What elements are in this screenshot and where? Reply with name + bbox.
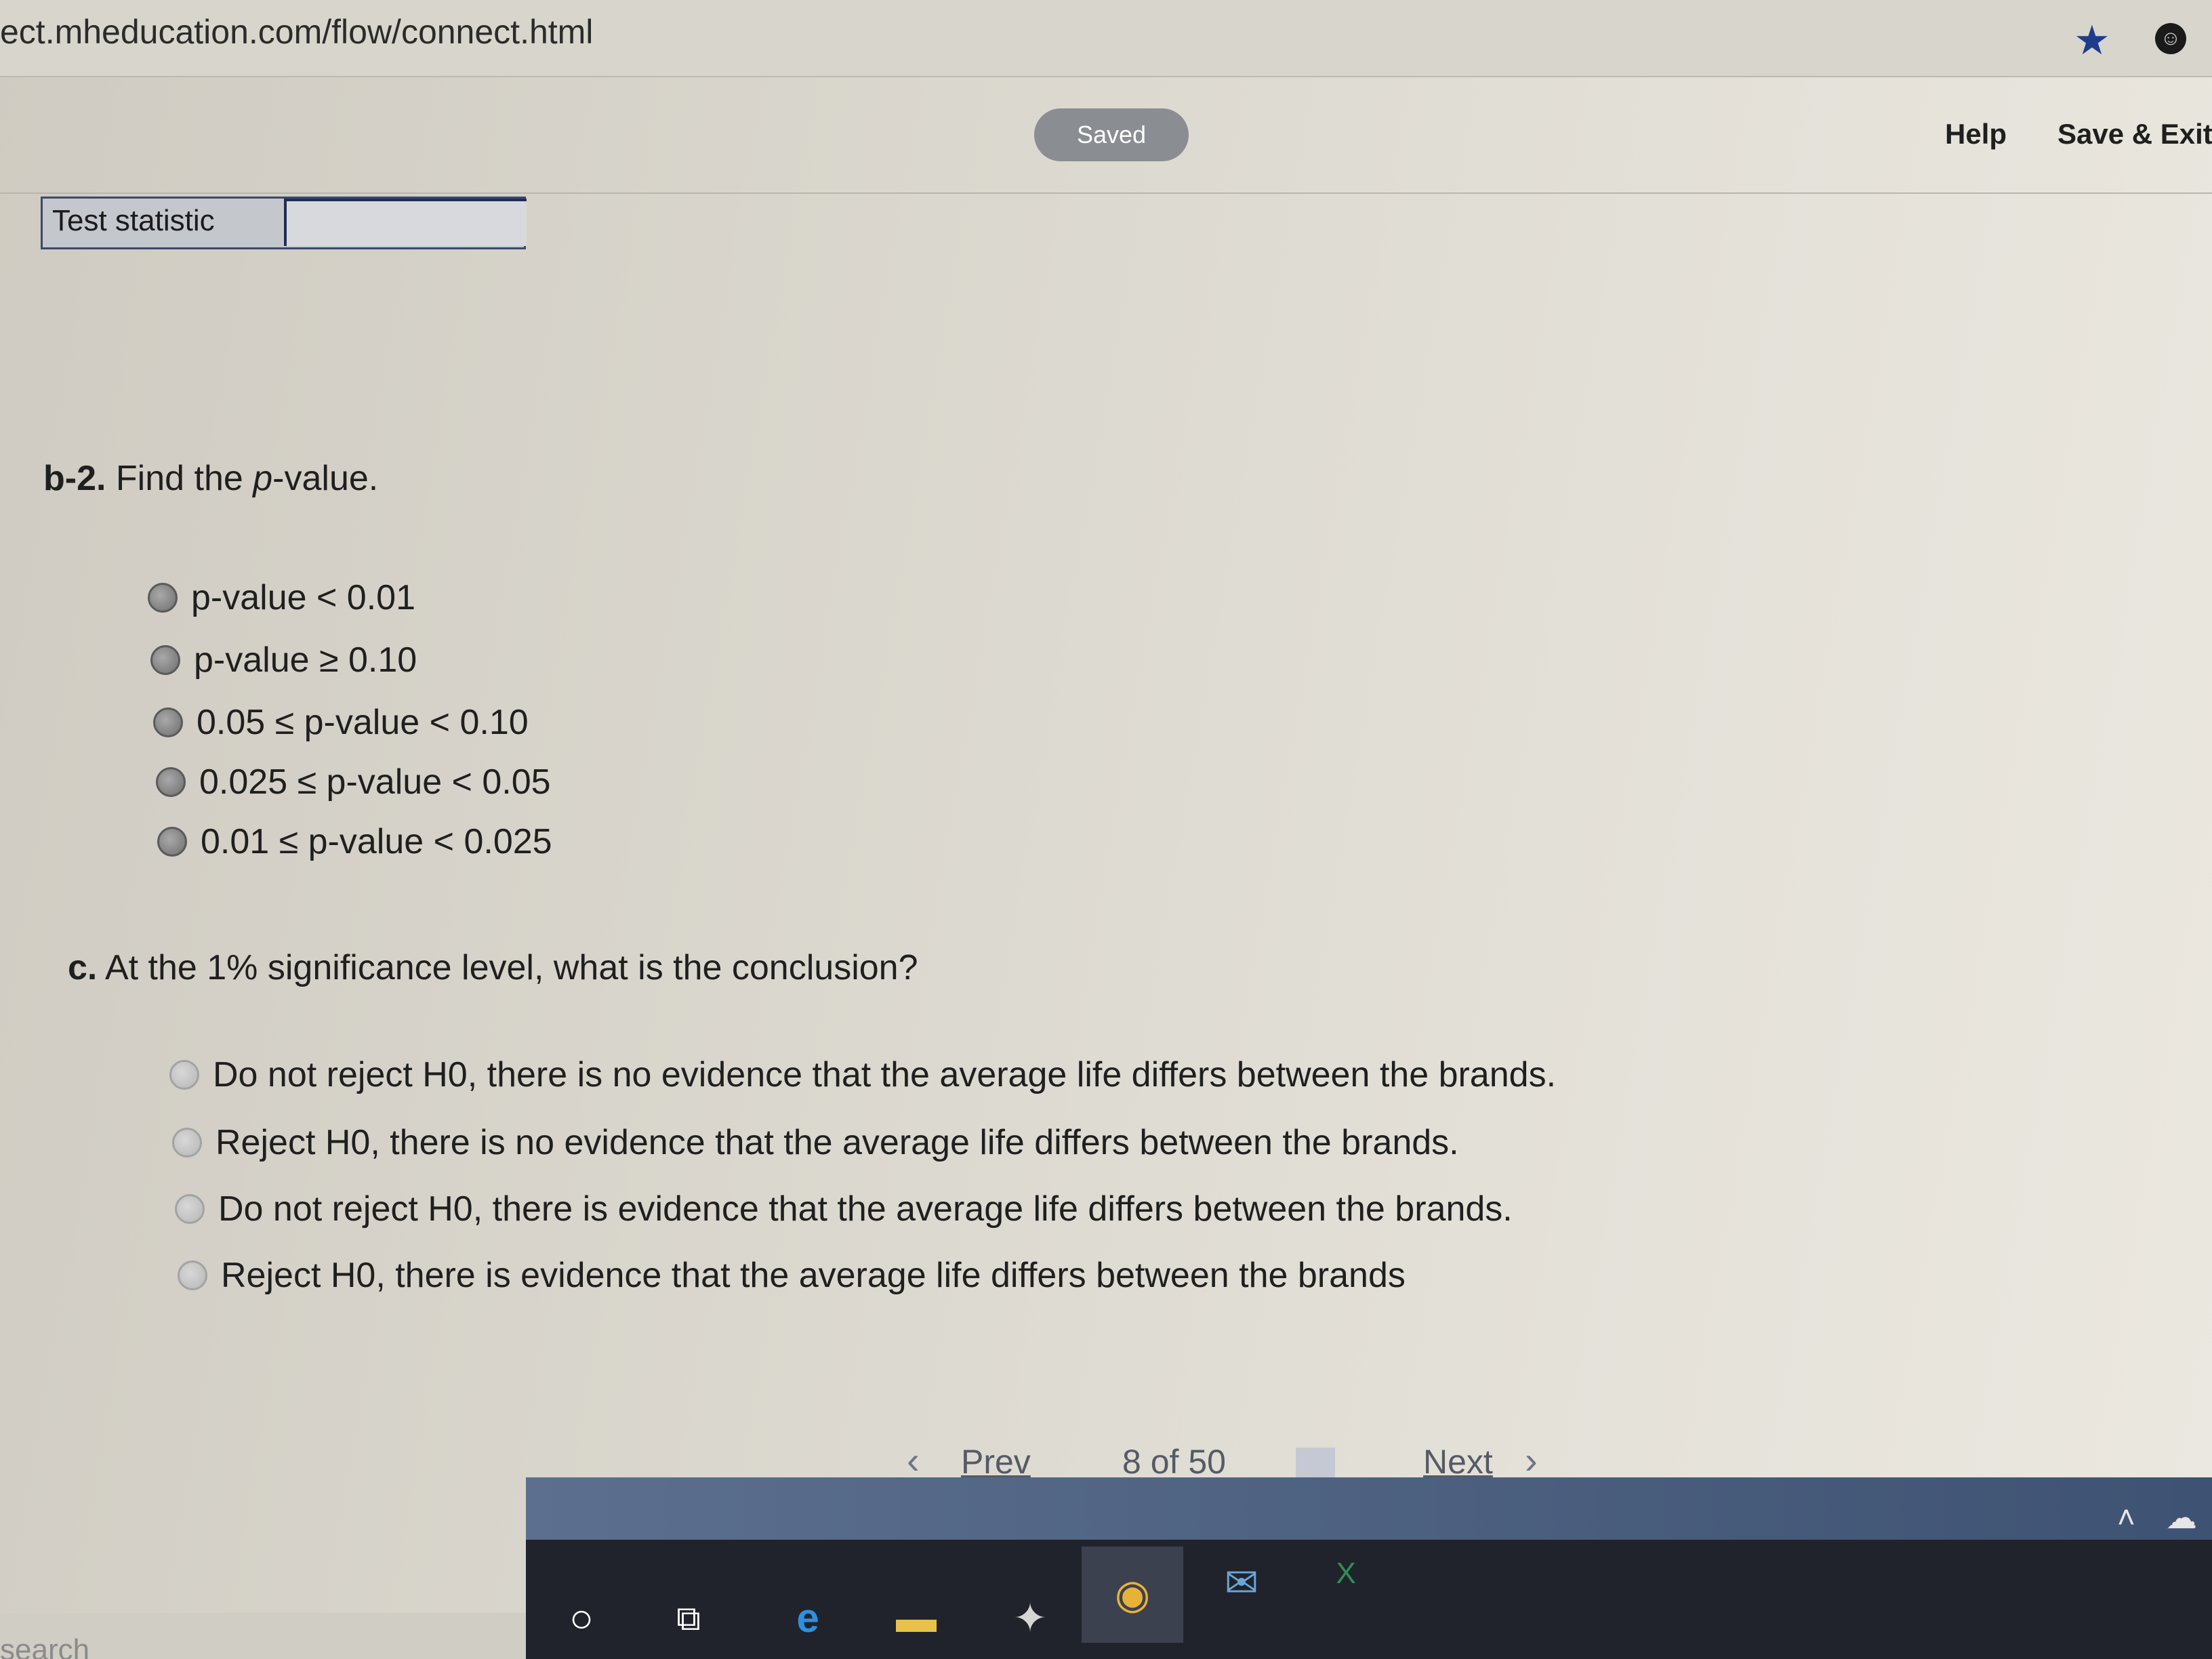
edge-icon[interactable]: e	[781, 1594, 835, 1643]
save-exit-button[interactable]: Save & Exit	[2057, 118, 2212, 150]
radio-button[interactable]	[178, 1261, 207, 1290]
chrome-icon[interactable]: ◉	[1082, 1547, 1183, 1643]
c-option-1[interactable]: Do not reject H0, there is no evidence t…	[169, 1054, 1556, 1095]
url-text[interactable]: ect.mheducation.com/flow/connect.html	[0, 12, 593, 52]
radio-button[interactable]	[153, 708, 183, 737]
b2-option-label: p-value < 0.01	[191, 578, 416, 617]
next-button[interactable]: Next	[1423, 1442, 1493, 1481]
test-statistic-row: Test statistic	[41, 197, 527, 249]
page-indicator: 8 of 50	[1122, 1442, 1226, 1481]
b2-option-label: 0.01 ≤ p-value < 0.025	[201, 822, 552, 861]
app-header: Saved Help Save & Exit	[0, 76, 2212, 194]
b2-option-4[interactable]: 0.025 ≤ p-value < 0.05	[156, 762, 551, 802]
page: ect.mheducation.com/flow/connect.html ★ …	[0, 0, 2212, 1659]
question-c-number: c.	[68, 948, 98, 987]
chevron-up-icon[interactable]: ˄	[2117, 1499, 2135, 1536]
c-option-2[interactable]: Reject H0, there is no evidence that the…	[172, 1122, 1459, 1163]
b2-option-label: p-value ≥ 0.10	[194, 640, 417, 680]
mail-icon[interactable]: ✉	[1214, 1559, 1269, 1607]
b2-option-2[interactable]: p-value ≥ 0.10	[150, 640, 417, 680]
profile-icon[interactable]: ☺	[2155, 23, 2186, 54]
c-option-label: Do not reject H0, there is no evidence t…	[213, 1055, 1557, 1094]
onedrive-icon[interactable]: ☁	[2166, 1499, 2197, 1536]
radio-button[interactable]	[175, 1194, 205, 1224]
taskbar-search-input[interactable]: search	[0, 1633, 89, 1659]
chevron-left-icon[interactable]: ‹	[907, 1438, 920, 1482]
c-option-label: Reject H0, there is no evidence that the…	[216, 1123, 1459, 1162]
radio-button[interactable]	[169, 1060, 199, 1090]
c-option-4[interactable]: Reject H0, there is evidence that the av…	[178, 1255, 1406, 1296]
b2-option-1[interactable]: p-value < 0.01	[148, 577, 415, 618]
question-c-text: At the 1% significance level, what is th…	[104, 948, 918, 987]
saved-status-badge: Saved	[1034, 108, 1189, 161]
radio-button[interactable]	[157, 827, 187, 857]
b2-option-label: 0.025 ≤ p-value < 0.05	[199, 762, 551, 802]
question-b2-italic: p	[253, 459, 273, 498]
excel-icon[interactable]: X	[1322, 1549, 1370, 1598]
question-b2-number: b-2.	[43, 459, 106, 498]
b2-option-label: 0.05 ≤ p-value < 0.10	[197, 703, 529, 742]
chevron-right-icon[interactable]: ›	[1525, 1438, 1538, 1482]
prev-button[interactable]: Prev	[961, 1442, 1031, 1481]
task-view-icon[interactable]: ⧉	[667, 1594, 710, 1643]
app-icon[interactable]: ✦	[1006, 1594, 1054, 1643]
file-explorer-icon[interactable]: ▬	[892, 1594, 941, 1643]
c-option-label: Reject H0, there is evidence that the av…	[221, 1256, 1406, 1295]
cortana-icon[interactable]: ○	[560, 1594, 603, 1643]
question-c-heading: c. At the 1% significance level, what is…	[68, 947, 918, 988]
total-pages: 50	[1188, 1443, 1226, 1481]
help-button[interactable]: Help	[1945, 118, 2007, 150]
current-page: 8	[1122, 1443, 1141, 1481]
test-statistic-input[interactable]	[284, 199, 527, 246]
question-b2-text-after: -value.	[272, 459, 379, 498]
taskbar-top-strip	[526, 1477, 2212, 1540]
c-option-3[interactable]: Do not reject H0, there is evidence that…	[175, 1189, 1513, 1229]
radio-button[interactable]	[172, 1128, 202, 1158]
page-of-label: of	[1150, 1443, 1179, 1481]
c-option-label: Do not reject H0, there is evidence that…	[218, 1189, 1513, 1229]
question-b2-text-before: Find the	[115, 459, 253, 498]
question-b2-heading: b-2. Find the p-value.	[43, 458, 378, 499]
star-icon[interactable]: ★	[2074, 20, 2110, 61]
radio-button[interactable]	[156, 767, 186, 797]
radio-button[interactable]	[148, 583, 178, 613]
b2-option-3[interactable]: 0.05 ≤ p-value < 0.10	[153, 702, 529, 743]
test-statistic-label: Test statistic	[52, 204, 215, 237]
address-bar[interactable]: ect.mheducation.com/flow/connect.html ★ …	[0, 0, 2212, 77]
radio-button[interactable]	[150, 645, 180, 675]
b2-option-5[interactable]: 0.01 ≤ p-value < 0.025	[157, 821, 552, 862]
